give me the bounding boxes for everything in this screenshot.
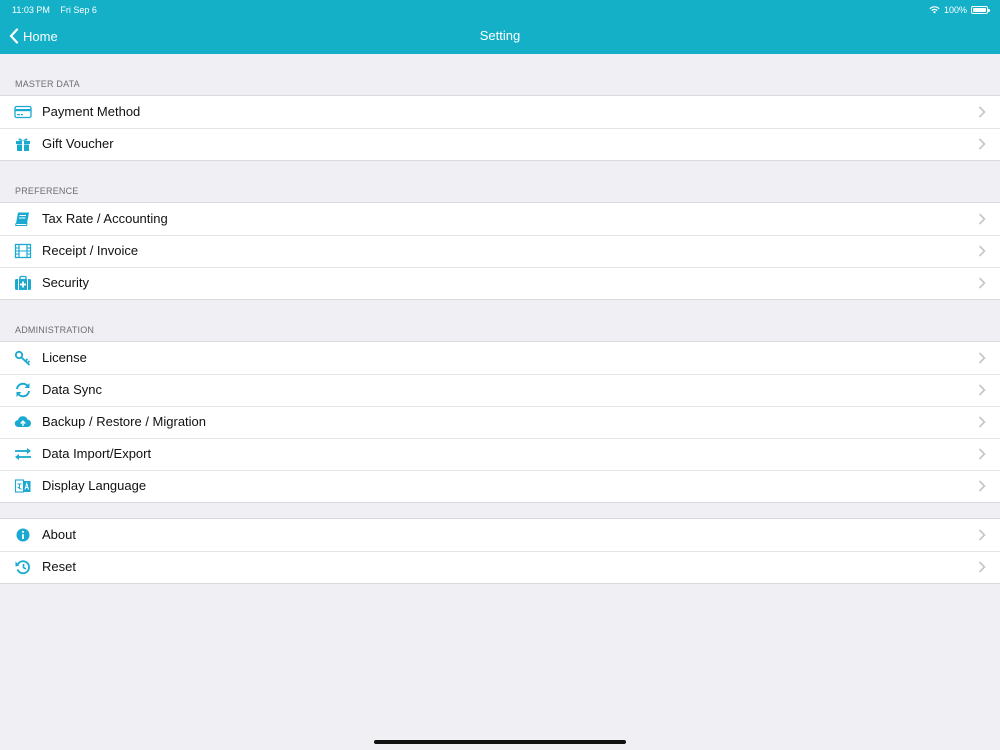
chevron-right-icon	[978, 529, 986, 541]
exchange-arrows-icon	[15, 448, 31, 460]
row-tax-rate-accounting[interactable]: Tax Rate / Accounting	[0, 203, 1000, 235]
chevron-right-icon	[978, 138, 986, 150]
history-icon	[15, 560, 30, 575]
medical-kit-icon	[15, 275, 31, 290]
chevron-right-icon	[978, 213, 986, 225]
key-icon	[14, 350, 30, 366]
settings-list: MASTER DATA Payment Method Gift Voucher …	[0, 54, 1000, 584]
section-administration: License Data Sync Backup / Restore / Mig…	[0, 341, 1000, 503]
row-label: Data Import/Export	[42, 446, 152, 461]
chevron-right-icon	[978, 384, 986, 396]
chevron-right-icon	[978, 352, 986, 364]
language-icon	[14, 479, 31, 493]
status-time: 11:03 PM	[12, 5, 50, 15]
row-payment-method[interactable]: Payment Method	[0, 96, 1000, 128]
page-title: Setting	[479, 28, 521, 43]
row-data-sync[interactable]: Data Sync	[0, 374, 1000, 406]
status-left: 11:03 PM Fri Sep 6	[12, 4, 988, 16]
row-label: Payment Method	[42, 104, 141, 119]
book-icon	[15, 212, 29, 226]
row-label: Security	[42, 275, 89, 290]
top-bar: 11:03 PM Fri Sep 6 100% Home Setting	[0, 0, 1000, 54]
section-header-administration: ADMINISTRATION	[15, 325, 95, 335]
navigation-bar: Home Setting	[0, 22, 1000, 50]
wifi-icon	[929, 6, 940, 14]
status-right: 100%	[929, 4, 990, 16]
gift-icon	[16, 138, 30, 151]
row-display-language[interactable]: Display Language	[0, 470, 1000, 502]
chevron-right-icon	[978, 277, 986, 289]
status-date: Fri Sep 6	[60, 5, 97, 15]
row-security[interactable]: Security	[0, 267, 1000, 299]
row-backup-restore-migration[interactable]: Backup / Restore / Migration	[0, 406, 1000, 438]
status-bar: 11:03 PM Fri Sep 6 100%	[12, 4, 990, 16]
info-icon	[16, 528, 30, 542]
section-master-data: Payment Method Gift Voucher	[0, 95, 1000, 161]
chevron-right-icon	[978, 448, 986, 460]
row-label: About	[42, 527, 76, 542]
chevron-right-icon	[978, 561, 986, 573]
battery-percent: 100%	[943, 5, 967, 15]
row-label: Receipt / Invoice	[42, 243, 139, 258]
cloud-upload-icon	[14, 416, 31, 428]
section-preference: Tax Rate / Accounting Receipt / Invoice …	[0, 202, 1000, 300]
battery-icon	[971, 6, 990, 14]
row-reset[interactable]: Reset	[0, 551, 1000, 583]
row-label: Data Sync	[42, 382, 102, 397]
credit-card-icon	[14, 105, 32, 119]
film-icon	[14, 243, 32, 259]
row-about[interactable]: About	[0, 519, 1000, 551]
section-header-preference: PREFERENCE	[15, 186, 79, 196]
chevron-right-icon	[978, 106, 986, 118]
sync-icon	[16, 382, 30, 398]
row-data-import-export[interactable]: Data Import/Export	[0, 438, 1000, 470]
chevron-right-icon	[978, 480, 986, 492]
row-license[interactable]: License	[0, 342, 1000, 374]
section-header-master-data: MASTER DATA	[15, 79, 80, 89]
row-label: License	[42, 350, 87, 365]
row-receipt-invoice[interactable]: Receipt / Invoice	[0, 235, 1000, 267]
row-label: Backup / Restore / Migration	[42, 414, 207, 429]
row-label: Display Language	[42, 478, 147, 493]
row-label: Tax Rate / Accounting	[42, 211, 168, 226]
home-indicator[interactable]	[374, 740, 626, 744]
row-label: Reset	[42, 559, 76, 574]
row-label: Gift Voucher	[42, 136, 114, 151]
chevron-right-icon	[978, 416, 986, 428]
row-gift-voucher[interactable]: Gift Voucher	[0, 128, 1000, 160]
chevron-right-icon	[978, 245, 986, 257]
section-about-reset: About Reset	[0, 518, 1000, 584]
